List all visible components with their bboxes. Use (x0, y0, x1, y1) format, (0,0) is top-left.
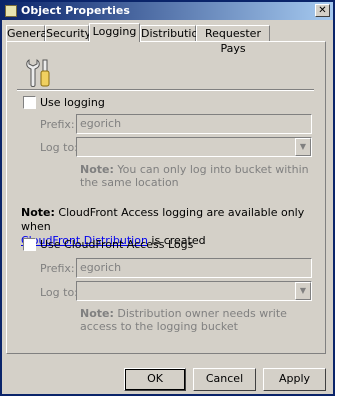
tab-requester-pays[interactable]: Requester Pays (196, 25, 270, 55)
cloudfront-owner-note: Note: Distribution owner needs write acc… (80, 307, 312, 333)
cf-log-to-label: Log to: (40, 286, 78, 299)
use-cloudfront-logs-checkbox[interactable] (23, 238, 36, 251)
cf-prefix-field[interactable]: egorich (76, 258, 312, 278)
use-logging-label: Use logging (40, 96, 105, 109)
logging-note-text: You can only log into bucket within the … (80, 163, 309, 189)
tab-security[interactable]: Security (45, 25, 91, 41)
dropdown-arrow-icon[interactable]: ▼ (295, 138, 311, 156)
tab-general[interactable]: General (6, 25, 50, 41)
cloudfront-note-text: CloudFront Access logging are available … (21, 206, 305, 233)
apply-button[interactable]: Apply (263, 368, 326, 391)
use-cloudfront-logs-label: Use CloudFront Access Logs (40, 238, 194, 251)
log-to-label: Log to: (40, 141, 78, 154)
cancel-button[interactable]: Cancel (193, 368, 256, 391)
logging-note: Note: You can only log into bucket withi… (80, 163, 310, 189)
prefix-label: Prefix: (40, 118, 75, 131)
dropdown-arrow-icon[interactable]: ▼ (295, 282, 311, 300)
app-icon (5, 5, 17, 17)
cloudfront-note-label: Note: (21, 206, 55, 219)
title-bar[interactable]: Object Properties ✕ (2, 2, 333, 20)
window-title: Object Properties (21, 4, 130, 17)
ok-button[interactable]: OK (124, 368, 186, 391)
cloudfront-owner-note-label: Note: (80, 307, 114, 320)
prefix-field[interactable]: egorich (76, 114, 312, 134)
log-to-select[interactable]: ▼ (76, 137, 312, 157)
cf-log-to-select[interactable]: ▼ (76, 281, 312, 301)
logging-note-label: Note: (80, 163, 114, 176)
cf-prefix-label: Prefix: (40, 262, 75, 275)
tab-logging[interactable]: Logging (89, 23, 140, 42)
tab-distribution[interactable]: Distribution (140, 25, 205, 41)
close-button[interactable]: ✕ (315, 4, 330, 17)
tools-icon (26, 59, 50, 87)
use-logging-checkbox[interactable] (23, 96, 36, 109)
section-divider (17, 89, 314, 91)
